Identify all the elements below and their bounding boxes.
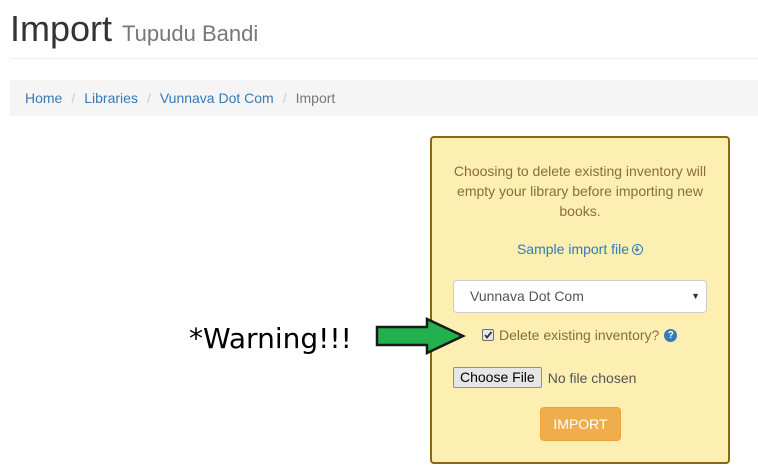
breadcrumb-separator: / <box>282 90 287 106</box>
import-button[interactable]: IMPORT <box>540 407 621 441</box>
sample-import-file-link[interactable]: Sample import file <box>432 241 728 257</box>
delete-inventory-label: Delete existing inventory? <box>499 327 660 343</box>
delete-warning-text: Choosing to delete existing inventory wi… <box>453 163 707 219</box>
question-circle-icon[interactable]: ? <box>664 328 678 342</box>
caret-down-icon: ▼ <box>691 291 700 301</box>
breadcrumb-separator: / <box>146 90 151 106</box>
download-circle-icon <box>632 244 644 255</box>
import-panel: Choosing to delete existing inventory wi… <box>430 136 730 464</box>
breadcrumb-home[interactable]: Home <box>25 90 62 106</box>
breadcrumb-libraries[interactable]: Libraries <box>84 90 138 106</box>
breadcrumb-active-import: Import <box>295 90 336 106</box>
breadcrumb-separator: / <box>71 90 76 106</box>
library-select-value: Vunnava Dot Com <box>470 288 584 304</box>
breadcrumb: Home / Libraries / Vunnava Dot Com / Imp… <box>10 80 758 116</box>
page-title: Import Tupudu Bandi <box>10 8 258 50</box>
file-status-text: No file chosen <box>547 369 637 386</box>
page-title-text: Import <box>10 8 113 49</box>
page-subtitle: Tupudu Bandi <box>122 21 259 46</box>
green-arrow-right-icon <box>375 317 467 360</box>
page-header: Import Tupudu Bandi <box>10 0 758 59</box>
breadcrumb-library[interactable]: Vunnava Dot Com <box>160 90 274 106</box>
delete-inventory-row: Delete existing inventory? ? <box>482 327 678 343</box>
file-input: Choose File No file chosen <box>453 367 636 388</box>
choose-file-button[interactable]: Choose File <box>453 367 542 388</box>
warning-annotation: *Warning!!! <box>189 322 352 355</box>
sample-import-file-label: Sample import file <box>516 241 630 257</box>
import-page: Import Tupudu Bandi Home / Libraries / Vu… <box>0 0 758 475</box>
delete-inventory-checkbox[interactable] <box>482 329 494 341</box>
checkmark-icon <box>484 331 493 339</box>
library-select[interactable]: Vunnava Dot Com ▼ <box>453 280 707 313</box>
